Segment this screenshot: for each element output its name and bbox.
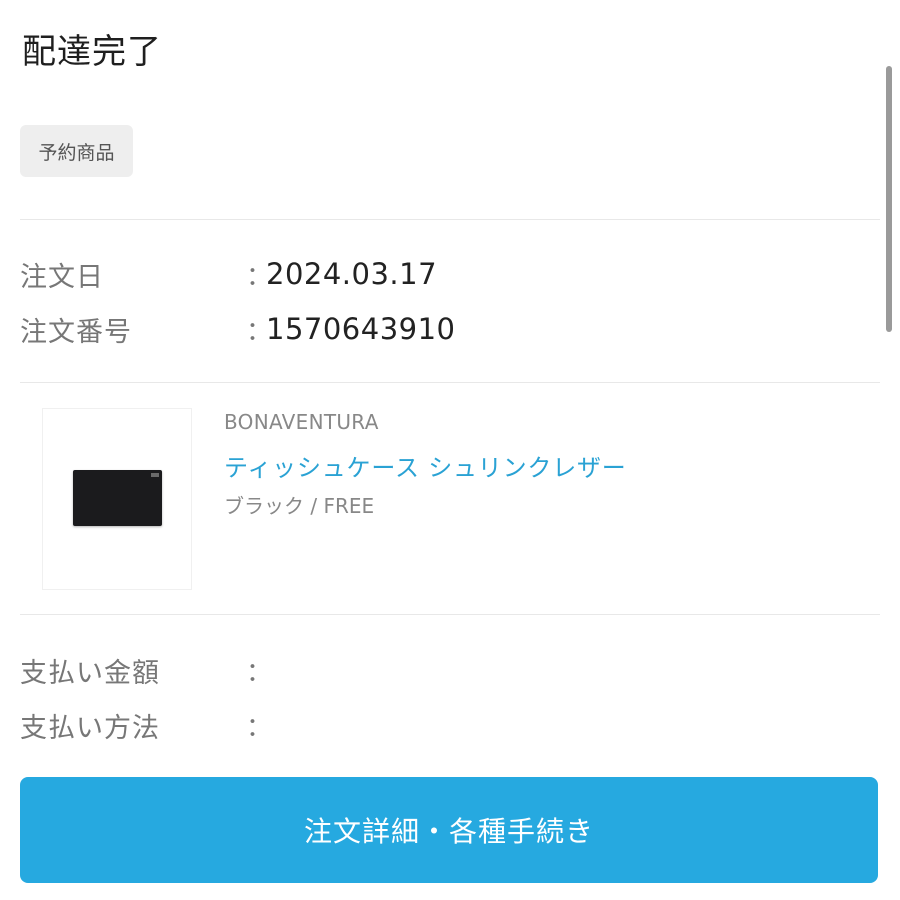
order-date-value: 2024.03.17 (266, 257, 438, 291)
tissue-case-image (73, 470, 162, 526)
divider (20, 382, 880, 383)
product-brand: BONAVENTURA (224, 410, 379, 434)
divider (20, 614, 880, 615)
order-date-colon: ： (246, 261, 273, 292)
delivery-status-title: 配達完了 (22, 32, 162, 72)
order-date-label: 注文日 (20, 261, 104, 293)
order-card-page: 配達完了 予約商品 注文日 ： 2024.03.17 注文番号 ： 157064… (0, 0, 900, 900)
order-number-colon: ： (246, 316, 273, 347)
payment-method-label: 支払い方法 (20, 712, 160, 744)
order-date-row: 注文日 ： 2024.03.17 (20, 254, 880, 294)
payment-method-colon: ： (246, 712, 273, 743)
product-variant: ブラック / FREE (224, 494, 375, 518)
scrollbar-thumb[interactable] (886, 66, 892, 332)
payment-amount-row: 支払い金額 ： (20, 650, 880, 690)
preorder-tag: 予約商品 (20, 125, 133, 177)
order-number-label: 注文番号 (20, 316, 132, 348)
product-thumbnail[interactable] (42, 408, 192, 590)
product-name-link[interactable]: ティッシュケース シュリンクレザー (224, 448, 627, 483)
order-number-row: 注文番号 ： 1570643910 (20, 309, 880, 349)
order-number-value: 1570643910 (266, 312, 456, 346)
order-detail-button[interactable]: 注文詳細・各種手続き (20, 777, 878, 883)
payment-amount-colon: ： (246, 657, 273, 688)
payment-amount-label: 支払い金額 (20, 657, 160, 689)
divider (20, 219, 880, 220)
payment-method-row: 支払い方法 ： (20, 705, 880, 745)
